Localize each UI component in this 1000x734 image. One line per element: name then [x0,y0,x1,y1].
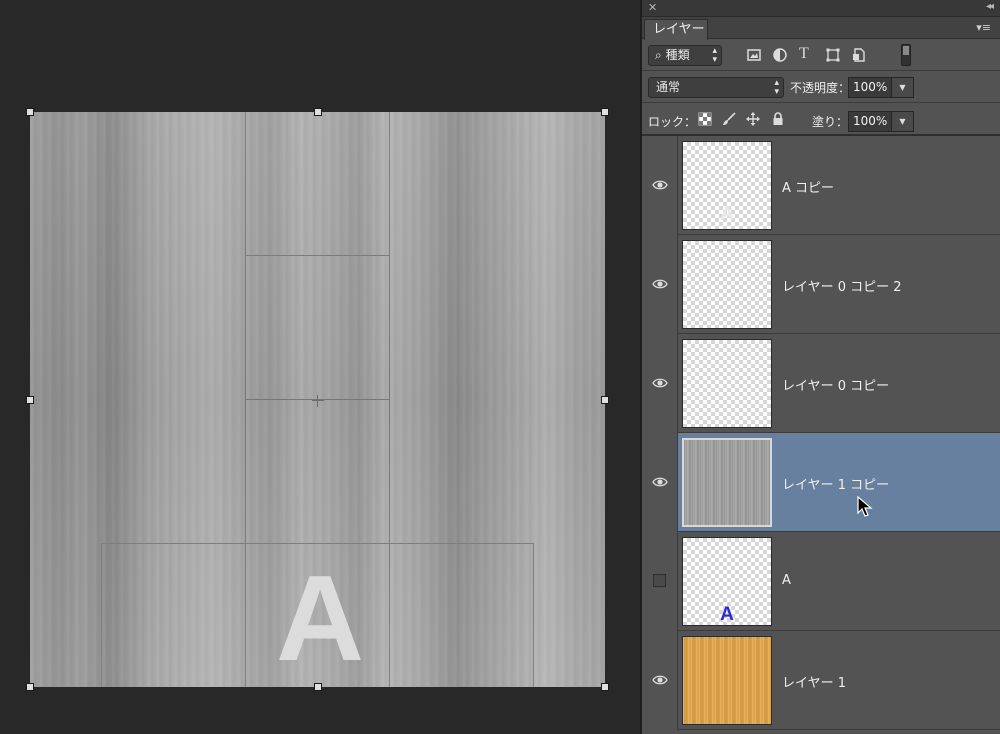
tile-divider [245,112,246,544]
tile-divider [245,255,390,256]
transform-handle-bottom[interactable] [314,683,322,691]
opacity-label: 不透明度： [790,81,851,95]
opacity-input[interactable]: 100% [848,77,892,98]
layer-thumbnail[interactable]: A [682,537,772,626]
lock-label: ロック： [648,115,697,129]
lock-all-icon[interactable] [771,112,785,126]
transform-handle-top-left[interactable] [26,108,34,116]
layer-name[interactable]: レイヤー 0 コピー 2 [782,276,902,295]
visibility-toggle[interactable] [642,433,678,532]
filter-kind-label: 種類 [665,48,690,62]
layer-name[interactable]: レイヤー 0 コピー [782,375,889,394]
layer-thumbnail[interactable]: A [682,141,772,230]
layer-row[interactable]: レイヤー 0 コピー [642,334,1000,433]
layer-row[interactable]: A A コピー [642,136,1000,235]
eye-icon [652,477,668,487]
visibility-toggle[interactable] [642,235,678,334]
visibility-toggle[interactable] [642,532,678,631]
tile-divider [245,543,246,687]
blend-options-bar: 通常 ▴ ▾ 不透明度： 100% ▼ [642,71,1000,103]
panel-title-bar: ✕ ◂◂ [642,0,1000,17]
thumbnail-letter: A [720,604,734,625]
tile-divider [389,543,390,687]
collapse-icon[interactable]: ◂◂ [986,1,994,12]
eye-icon [652,180,668,190]
opacity-dropdown-button[interactable]: ▼ [892,77,914,98]
transform-handle-bottom-right[interactable] [601,683,609,691]
smart-object-filter-icon[interactable] [851,47,867,63]
fill-dropdown-button[interactable]: ▼ [892,111,914,132]
layer-row[interactable]: A A [642,532,1000,631]
layer-name[interactable]: レイヤー 1 [782,672,846,691]
transform-handle-top-right[interactable] [601,108,609,116]
layer-row[interactable]: レイヤー 0 コピー 2 [642,235,1000,334]
shape-filter-icon[interactable] [825,47,841,63]
fill-label: 塗り： [812,115,849,129]
layer-thumbnail[interactable] [682,339,772,428]
visibility-toggle[interactable] [642,136,678,235]
layer-list: A A コピー レイヤー 0 コピー 2 レイヤー 0 コピー レイヤー 1 コ… [642,136,1000,730]
layer-name[interactable]: レイヤー 1 コピー [782,474,889,493]
thumbnail-letter: A [720,204,734,225]
lock-options-bar: ロック： 塗り： 100% ▼ [642,103,1000,136]
transform-handle-top[interactable] [314,108,322,116]
blend-mode-value: 通常 [656,80,681,94]
visibility-toggle[interactable] [642,334,678,433]
type-filter-icon[interactable]: T [799,45,815,62]
tab-layers[interactable]: レイヤー [644,19,708,40]
fill-input[interactable]: 100% [848,111,892,132]
layer-name[interactable]: A [782,573,791,588]
panel-tab-bar: レイヤー ▾≡ [642,17,1000,40]
close-icon[interactable]: ✕ [648,1,657,14]
adjustment-filter-icon[interactable] [772,47,788,63]
chevron-updown-icon: ▴ ▾ [712,46,717,65]
chevron-updown-icon: ▴ ▾ [774,78,779,97]
transform-handle-bottom-left[interactable] [26,683,34,691]
lock-image-pixels-icon[interactable] [722,112,736,126]
canvas-text-a[interactable]: A [272,548,368,687]
filter-toggle-switch[interactable] [901,44,911,66]
eye-icon [652,378,668,388]
image-filter-icon[interactable] [746,47,762,63]
layer-thumbnail[interactable] [682,240,772,329]
lock-position-icon[interactable] [746,112,760,126]
mouse-cursor-icon [857,496,873,517]
transform-handle-right[interactable] [601,396,609,404]
layer-filter-bar: ⌕ 種類 ▴ ▾ T [642,39,1000,71]
transform-handle-left[interactable] [26,396,34,404]
layer-thumbnail[interactable] [682,438,772,527]
canvas-workspace[interactable]: A [0,0,640,734]
eye-icon [652,279,668,289]
layer-name[interactable]: A コピー [782,177,834,196]
tile-divider [389,112,390,544]
panel-menu-icon[interactable]: ▾≡ [976,21,991,34]
layer-row[interactable]: レイヤー 1 [642,631,1000,730]
search-icon: ⌕ [655,48,662,62]
layers-panel: ✕ ◂◂ レイヤー ▾≡ ⌕ 種類 ▴ ▾ T 通常 ▴ ▾ 不透明度： 100… [640,0,1000,734]
transform-center-icon[interactable] [312,395,324,407]
filter-kind-select[interactable]: ⌕ 種類 ▴ ▾ [648,45,722,66]
eye-icon [652,675,668,685]
visibility-toggle[interactable] [642,631,678,730]
blend-mode-select[interactable]: 通常 ▴ ▾ [648,77,784,98]
lock-transparent-pixels-icon[interactable] [698,112,712,126]
layer-thumbnail[interactable] [682,636,772,725]
layer-row-selected[interactable]: レイヤー 1 コピー [642,433,1000,532]
visibility-off-box [653,574,666,587]
